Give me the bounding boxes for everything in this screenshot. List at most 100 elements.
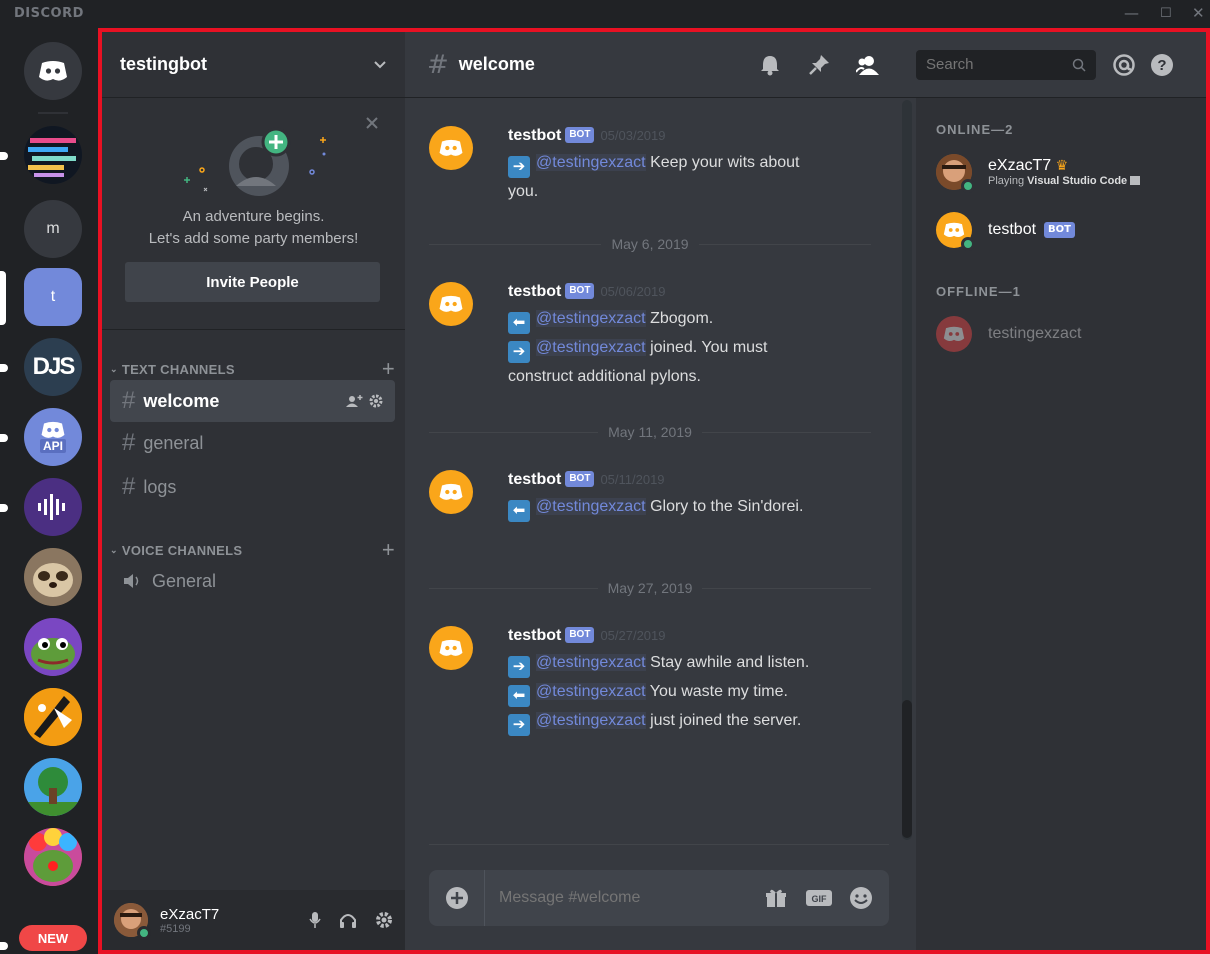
mentions-icon[interactable] [1112,53,1136,77]
arrow-right-icon: ➔ [508,656,530,678]
api-label: API [39,439,66,453]
message-author[interactable]: testbot [508,471,561,488]
guild-djs[interactable]: DJS [24,338,82,396]
channel-label: General [152,570,217,591]
pin-icon[interactable] [808,54,830,76]
bot-avatar[interactable] [429,626,473,670]
channel-sidebar: testingbot An adventure begins. Let's ad… [102,32,405,950]
bot-avatar[interactable] [429,470,473,514]
home-button[interactable] [24,42,82,100]
user-mention[interactable]: @testingexzact [536,154,646,171]
online-header: ONLINE—2 [936,122,1014,137]
channel-general[interactable]: # general [110,422,395,464]
member-name: eXzacT7 [988,157,1052,174]
voice-channel-general[interactable]: General [110,560,395,602]
guild-pepe[interactable] [24,618,82,676]
message-text: Glory to the Sin'dorei. [645,498,804,515]
speaker-icon [124,574,139,588]
discord-logo-icon [439,483,463,500]
message-author[interactable]: testbot [508,127,561,144]
close-icon[interactable] [365,116,379,130]
online-status-icon [961,237,975,251]
bot-avatar[interactable] [429,126,473,170]
guild-sloth[interactable] [24,548,82,606]
server-header[interactable]: testingbot [102,32,405,98]
upload-button[interactable] [429,870,485,926]
create-channel-icon[interactable]: + [382,356,395,382]
microphone-icon[interactable] [309,911,321,929]
maximize-button[interactable]: ☐ [1160,6,1172,21]
member-exzact7[interactable]: eXzacT7 ♛ Playing Visual Studio Code [936,150,1196,194]
new-badge[interactable]: NEW [19,925,87,951]
message-author[interactable]: testbot [508,283,561,300]
invite-people-button[interactable]: Invite People [125,262,380,302]
gift-icon[interactable] [765,888,787,908]
divider-date: May 11, 2019 [608,424,692,440]
user-mention[interactable]: @testingexzact [536,683,646,700]
chevron-down-icon: ⌄ [110,544,118,555]
arrow-right-icon: ➔ [508,341,530,363]
server-image-icon [24,688,82,746]
chat-divider [429,844,889,845]
emoji-icon[interactable] [849,886,873,910]
guild-tree[interactable] [24,758,82,816]
member-testbot[interactable]: testbot BOT [936,208,1196,252]
scrollbar-thumb[interactable] [902,700,912,838]
tree-avatar-icon [24,758,82,816]
guild-t[interactable]: t [24,268,82,326]
bot-badge: BOT [565,627,595,643]
headphones-icon[interactable] [339,911,357,929]
user-settings-gear-icon[interactable] [375,911,393,929]
channel-welcome[interactable]: # welcome [110,380,395,422]
message-author[interactable]: testbot [508,627,561,644]
guild-waveform[interactable] [24,478,82,536]
date-divider: May 6, 2019 [429,234,871,254]
category-label: TEXT CHANNELS [121,361,235,377]
bot-badge: BOT [565,283,595,299]
guild-clown[interactable] [24,828,82,886]
members-icon[interactable] [856,54,880,76]
guild-orange[interactable] [24,688,82,746]
svg-text:?: ? [1157,57,1166,74]
discord-logo-icon [39,61,67,81]
sloth-avatar-icon [24,548,82,606]
chat-scrollbar[interactable] [902,100,912,840]
discord-logo-icon [439,639,463,656]
selected-pill [0,271,6,325]
avatar[interactable] [114,903,151,940]
bell-icon[interactable] [760,54,780,76]
search-icon [1072,58,1086,72]
channel-logs[interactable]: # logs [110,466,395,508]
guild-letter: t [50,288,56,305]
user-mention[interactable]: @testingexzact [536,498,646,515]
help-icon[interactable]: ? [1150,53,1174,77]
online-status-icon [137,926,151,940]
user-mention[interactable]: @testingexzact [536,310,646,327]
guild-m[interactable]: m [24,200,82,258]
arrow-left-icon: ⬅ [508,500,530,522]
user-mention[interactable]: @testingexzact [536,339,646,356]
search-box[interactable] [916,49,1096,80]
minimize-button[interactable]: — [1124,4,1139,22]
invite-icon[interactable] [345,394,363,408]
search-input[interactable] [926,56,1072,73]
gear-icon[interactable] [369,394,383,408]
member-testingexzact[interactable]: testingexzact [936,312,1196,356]
guild-api[interactable]: API [24,408,82,466]
close-button[interactable]: ✕ [1192,4,1205,22]
guild-icon-stripes[interactable] [24,126,82,184]
divider-date: May 27, 2019 [607,580,693,596]
gif-icon[interactable]: GIF [805,889,833,907]
bot-avatar[interactable] [429,282,473,326]
date-divider: May 11, 2019 [429,422,872,442]
message-input[interactable] [485,889,765,907]
divider-date: May 6, 2019 [611,236,689,252]
user-mention[interactable]: @testingexzact [536,654,646,671]
message-composer: GIF [429,870,889,926]
plus-circle-icon [445,887,468,909]
discord-logo-icon [439,139,463,156]
category-text-channels[interactable]: ⌄ TEXT CHANNELS + [110,356,395,382]
category-label: VOICE CHANNELS [121,542,243,558]
discord-logo-icon [943,326,965,341]
user-mention[interactable]: @testingexzact [536,712,646,729]
